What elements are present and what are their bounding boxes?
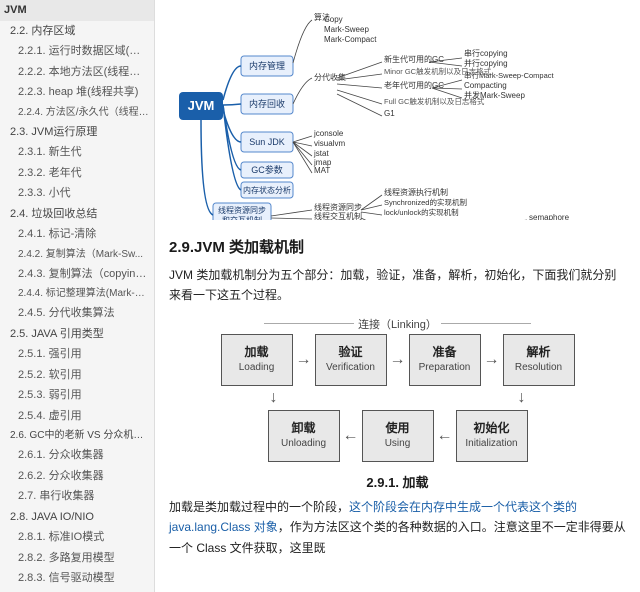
svg-text:Full GC触发机制以及日志格式: Full GC触发机制以及日志格式 <box>384 96 485 106</box>
svg-text:内存回收: 内存回收 <box>249 98 285 109</box>
sidebar-item-2-2-3[interactable]: 2.2.3. heap 堆(线程共享) <box>0 82 154 103</box>
svg-text:内存管理: 内存管理 <box>249 60 285 71</box>
svg-text:线程资源同步: 线程资源同步 <box>218 205 266 215</box>
resolution-zh: 解析 <box>526 344 550 361</box>
arrow-2: → <box>387 351 409 369</box>
sidebar-item-2-7[interactable]: 2.7. 串行收集器 <box>0 486 154 507</box>
arrow-4: ← <box>340 427 362 445</box>
sidebar-item-2-6[interactable]: 2.6. GC中的老新 VS 分众机制... <box>0 426 154 445</box>
preparation-en: Preparation <box>419 361 471 375</box>
sidebar-item-2-3-2[interactable]: 2.3.2. 老年代 <box>0 163 154 184</box>
sidebar-item-2-6-2[interactable]: 2.6.2. 分众收集器 <box>0 466 154 487</box>
sidebar: JVM 2.2. 内存区域 2.2.1. 运行时数据区域(线程私有) 2.2.2… <box>0 0 155 592</box>
sidebar-item-2-4-3[interactable]: 2.4.3. 复制算法（copying） <box>0 264 154 285</box>
process-box-loading: 加载 Loading <box>221 334 293 386</box>
svg-text:visualvm: visualvm <box>314 139 345 148</box>
sidebar-item-2-3[interactable]: 2.3. JVM运行原理 <box>0 122 154 143</box>
intro-text: JVM 类加载机制分为五个部分：加载，验证，准备，解析，初始化，下面我们就分别来… <box>169 265 626 306</box>
sidebar-item-2-3-1[interactable]: 2.3.1. 新生代 <box>0 142 154 163</box>
arrow-3: → <box>481 351 503 369</box>
svg-text:jconsole: jconsole <box>313 129 344 138</box>
process-box-using: 使用 Using <box>362 410 434 462</box>
preparation-zh: 准备 <box>432 344 456 361</box>
sidebar-item-2-2-2[interactable]: 2.2.2. 本地方法区(线程私有) <box>0 62 154 83</box>
sidebar-item-2-3-3[interactable]: 2.3.3. 小代 <box>0 183 154 204</box>
sidebar-item-2-8-4[interactable]: 2.8.4. JAVA IO <box>0 589 154 592</box>
svg-text:Compacting: Compacting <box>464 81 507 90</box>
svg-text:和交互机制: 和交互机制 <box>222 215 262 220</box>
verification-zh: 验证 <box>338 344 362 361</box>
svg-text:串行copying: 串行copying <box>464 48 508 58</box>
svg-text:JVM: JVM <box>188 98 215 113</box>
svg-text:G1: G1 <box>384 109 395 118</box>
svg-text:线程交互机制: 线程交互机制 <box>314 211 362 220</box>
svg-text:MAT: MAT <box>314 166 330 175</box>
sidebar-item-2-4-5[interactable]: 2.4.5. 分代收集算法 <box>0 303 154 324</box>
sub-section-title: 2.9.1. 加载 <box>169 472 626 491</box>
sidebar-item-2-5-1[interactable]: 2.5.1. 强引用 <box>0 344 154 365</box>
sidebar-item-2-2-4[interactable]: 2.2.4. 方法区/永久代（线程共享） <box>0 103 154 122</box>
svg-text:Mark-Compact: Mark-Compact <box>324 35 377 44</box>
sidebar-item-2-2[interactable]: 2.2. 内存区域 <box>0 21 154 42</box>
initialization-en: Initialization <box>465 437 517 451</box>
sidebar-item-jvm[interactable]: JVM <box>0 0 154 21</box>
sidebar-item-2-5-4[interactable]: 2.5.4. 虚引用 <box>0 406 154 427</box>
sidebar-item-2-4[interactable]: 2.4. 垃圾回收总结 <box>0 204 154 225</box>
process-bottom-row: 卸载 Unloading ← 使用 Using ← 初始化 Initializa… <box>169 410 626 462</box>
arrow-5: ← <box>434 427 456 445</box>
loading-en: Loading <box>239 361 275 375</box>
process-box-resolution: 解析 Resolution <box>503 334 575 386</box>
svg-text:lock/unlock的实现机制: lock/unlock的实现机制 <box>384 207 459 217</box>
using-en: Using <box>385 437 411 451</box>
sidebar-item-2-6-1[interactable]: 2.6.1. 分众收集器 <box>0 445 154 466</box>
unloading-en: Unloading <box>281 437 326 451</box>
sidebar-item-2-8-1[interactable]: 2.8.1. 标准IO模式 <box>0 527 154 548</box>
using-zh: 使用 <box>385 420 409 437</box>
detail-text-1: 加载是类加载过程中的一个阶段， <box>169 500 349 514</box>
sidebar-item-2-4-2[interactable]: 2.4.2. 复制算法（Mark-Sw... <box>0 245 154 264</box>
linking-label: 连接（Linking） <box>358 316 437 332</box>
process-box-initialization: 初始化 Initialization <box>456 410 528 462</box>
sidebar-item-2-4-1[interactable]: 2.4.1. 标记-清除 <box>0 224 154 245</box>
svg-text:Mark-Sweep: Mark-Sweep <box>324 25 369 34</box>
svg-text:jstat: jstat <box>313 149 329 158</box>
sidebar-item-2-5-3[interactable]: 2.5.3. 弱引用 <box>0 385 154 406</box>
process-box-unloading: 卸载 Unloading <box>268 410 340 462</box>
sidebar-item-2-5-2[interactable]: 2.5.2. 软引用 <box>0 365 154 386</box>
svg-text:串行Mark-Sweep-Compact: 串行Mark-Sweep-Compact <box>464 70 555 80</box>
svg-text:线程资源同步: 线程资源同步 <box>314 202 362 212</box>
loading-zh: 加载 <box>244 344 268 361</box>
process-top-row: 加载 Loading → 验证 Verification → 准备 Prepar… <box>169 334 626 386</box>
svg-text:Synchronized的实现机制: Synchronized的实现机制 <box>384 197 467 207</box>
detail-text: 加载是类加载过程中的一个阶段，这个阶段会在内存中生成一个代表这个类的 java.… <box>169 497 626 558</box>
sidebar-item-2-8-2[interactable]: 2.8.2. 多路复用模型 <box>0 548 154 569</box>
svg-text:线程资源执行机制: 线程资源执行机制 <box>384 187 448 197</box>
arrow-1: → <box>293 351 315 369</box>
sidebar-item-2-8[interactable]: 2.8. JAVA IO/NIO <box>0 507 154 528</box>
initialization-zh: 初始化 <box>473 420 509 437</box>
process-flow-section: 连接（Linking） 加载 Loading → 验证 Verification… <box>169 316 626 462</box>
svg-text:内存状态分析: 内存状态分析 <box>243 185 291 195</box>
verification-en: Verification <box>326 361 375 375</box>
section-title: 2.9.JVM 类加载机制 <box>169 236 626 257</box>
resolution-en: Resolution <box>515 361 562 375</box>
process-box-preparation: 准备 Preparation <box>409 334 481 386</box>
sidebar-item-2-4-4[interactable]: 2.4.4. 标记整理算法(Mark-C... <box>0 284 154 303</box>
sidebar-item-2-2-1[interactable]: 2.2.1. 运行时数据区域(线程私有) <box>0 41 154 62</box>
svg-text:Sun JDK: Sun JDK <box>249 137 285 147</box>
main-content: JVM 内存管理 内存回收 Sun JDK GC参数 内存状态分析 线程资源同步… <box>155 0 640 592</box>
svg-text:分代收集: 分代收集 <box>314 72 346 82</box>
mindmap-diagram: JVM 内存管理 内存回收 Sun JDK GC参数 内存状态分析 线程资源同步… <box>169 10 626 220</box>
sidebar-item-2-8-3[interactable]: 2.8.3. 信号驱动模型 <box>0 568 154 589</box>
unloading-zh: 卸载 <box>291 420 315 437</box>
svg-text:semaphore: semaphore <box>529 213 570 220</box>
process-box-verification: 验证 Verification <box>315 334 387 386</box>
sidebar-item-2-5[interactable]: 2.5. JAVA 引用类型 <box>0 324 154 345</box>
svg-text:Copy: Copy <box>324 15 343 24</box>
svg-text:GC参数: GC参数 <box>251 164 283 175</box>
